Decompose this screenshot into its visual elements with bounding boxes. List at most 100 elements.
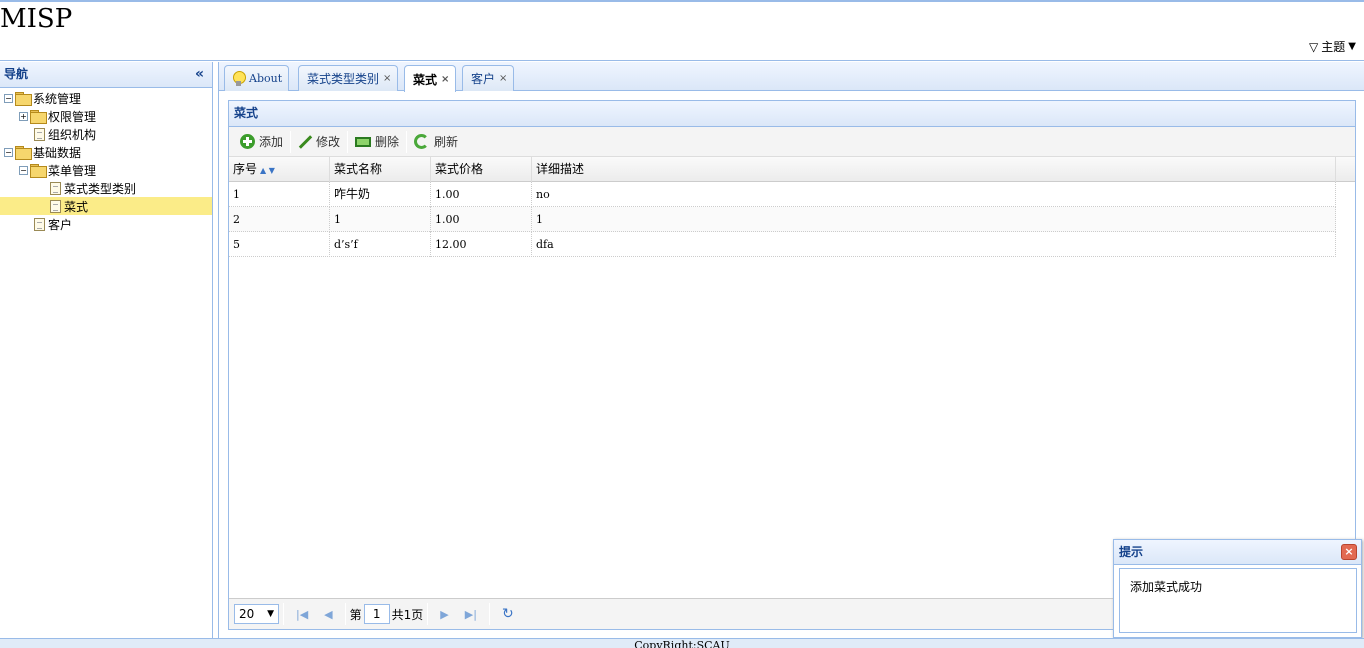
table-row[interactable]: 2 1 1.00 1 <box>229 207 1336 232</box>
previous-page-icon[interactable]: ◀ <box>316 608 340 621</box>
collapse-toggle-icon[interactable]: − <box>4 93 13 103</box>
column-header-id[interactable]: 序号 ▲ ▼ <box>229 157 330 182</box>
column-label: 详细描述 <box>536 162 585 176</box>
tree-node-system-management[interactable]: − 系统管理 <box>0 89 212 107</box>
collapse-icon[interactable]: « <box>195 62 204 87</box>
message-window: 提示 × 添加菜式成功 <box>1113 539 1362 638</box>
tab-label: 菜式 <box>413 72 438 87</box>
pager-separator <box>488 603 490 625</box>
toolbar: 添加 修改 删除 刷新 <box>229 127 1355 157</box>
tree-node-organization[interactable]: 组织机构 <box>0 125 212 143</box>
column-header-dish-name[interactable]: 菜式名称 <box>330 157 431 182</box>
theme-label: 主题 <box>1321 40 1346 54</box>
file-icon <box>34 217 45 231</box>
close-icon[interactable]: × <box>499 73 507 84</box>
pencil-icon <box>298 135 312 149</box>
tab-about[interactable]: About <box>224 65 290 91</box>
refresh-icon[interactable]: ↻ <box>494 606 522 622</box>
pager-separator <box>344 603 346 625</box>
add-label: 添加 <box>259 135 284 149</box>
edit-label: 修改 <box>316 135 341 149</box>
folder-open-icon <box>15 92 32 106</box>
refresh-button[interactable]: 刷新 <box>407 130 465 154</box>
tab-dish[interactable]: 菜式 × <box>404 65 457 92</box>
footer: CopyRight:SCAU <box>0 638 1364 648</box>
cell-id: 2 <box>229 207 330 232</box>
pager-separator <box>283 603 284 625</box>
tree-node-dish[interactable]: 菜式 <box>0 197 212 215</box>
tree-node-label: 组织机构 <box>48 127 97 142</box>
cell-dish-price: 1.00 <box>431 207 532 232</box>
message-header: 提示 × <box>1114 540 1361 565</box>
last-page-icon[interactable]: ▶| <box>457 608 485 621</box>
refresh-icon <box>414 134 430 149</box>
column-header-dish-price[interactable]: 菜式价格 <box>431 157 532 182</box>
tab-customer[interactable]: 客户 × <box>462 65 515 91</box>
cell-description: no <box>532 182 1336 207</box>
cell-dish-name: d’s’f <box>330 232 431 257</box>
lightbulb-icon <box>233 71 246 86</box>
filter-icon: ▽ <box>1309 39 1319 54</box>
tab-label: 客户 <box>471 72 496 86</box>
tree-node-label: 客户 <box>48 217 73 232</box>
delete-label: 删除 <box>375 135 400 149</box>
grid-header: 序号 ▲ ▼ 菜式名称 菜式价格 详细描述 <box>229 157 1355 182</box>
expand-toggle-icon[interactable]: + <box>19 111 28 121</box>
tab-label: About <box>249 72 283 85</box>
cell-dish-name: 1 <box>330 207 431 232</box>
table-row[interactable]: 5 d’s’f 12.00 dfa <box>229 232 1336 257</box>
cell-id: 1 <box>229 182 330 207</box>
tree-node-label: 基础数据 <box>33 145 82 160</box>
delete-icon <box>355 136 372 147</box>
add-button[interactable]: 添加 <box>233 130 290 154</box>
delete-button[interactable]: 删除 <box>348 130 406 154</box>
theme-menu-button[interactable]: ▽ 主题 ▼ <box>1309 38 1356 55</box>
file-icon <box>50 199 61 213</box>
collapse-toggle-icon[interactable]: − <box>4 147 13 157</box>
page-total-label: 共1页 <box>391 607 424 622</box>
tree-node-label: 菜式 <box>64 199 89 214</box>
next-page-icon[interactable]: ▶ <box>432 608 456 621</box>
page-size-select[interactable]: 20 ▼ <box>234 604 279 624</box>
tree-node-permission-management[interactable]: + 权限管理 <box>0 107 212 125</box>
file-icon <box>34 127 45 141</box>
navigation-title: 导航 <box>4 67 29 81</box>
tree-node-label: 系统管理 <box>33 91 82 106</box>
close-icon[interactable]: × <box>441 74 449 85</box>
tab-dish-category[interactable]: 菜式类型类别 × <box>298 65 399 91</box>
close-icon[interactable]: × <box>1341 544 1357 560</box>
message-body: 添加菜式成功 <box>1119 568 1357 633</box>
cell-description: dfa <box>532 232 1336 257</box>
dish-grid: 序号 ▲ ▼ 菜式名称 菜式价格 详细描述 1 咋牛奶 1.00 no 2 1 … <box>229 157 1355 597</box>
cell-dish-name: 咋牛奶 <box>330 182 431 207</box>
pager-separator <box>427 603 429 625</box>
close-icon[interactable]: × <box>383 73 391 84</box>
tree-node-menu-management[interactable]: − 菜单管理 <box>0 161 212 179</box>
collapse-toggle-icon[interactable]: − <box>19 165 28 175</box>
tree-node-customer[interactable]: 客户 <box>0 215 212 233</box>
column-label: 序号 <box>233 162 258 176</box>
file-icon <box>50 181 61 195</box>
app-title: MISP <box>0 4 73 34</box>
tree-node-dish-category[interactable]: 菜式类型类别 <box>0 179 212 197</box>
cell-id: 5 <box>229 232 330 257</box>
add-icon <box>240 134 255 149</box>
tree-node-label: 菜单管理 <box>48 163 97 178</box>
page-number-input[interactable]: 1 <box>363 604 390 624</box>
edit-button[interactable]: 修改 <box>291 130 347 154</box>
folder-open-icon <box>15 146 32 160</box>
cell-description: 1 <box>532 207 1336 232</box>
folder-icon <box>30 110 47 124</box>
column-header-description[interactable]: 详细描述 <box>532 157 1336 182</box>
refresh-label: 刷新 <box>434 135 459 149</box>
tree-node-basic-data[interactable]: − 基础数据 <box>0 143 212 161</box>
message-title: 提示 <box>1119 545 1144 559</box>
page-size-value: 20 <box>239 607 255 621</box>
first-page-icon[interactable]: |◀ <box>288 608 316 621</box>
caret-down-icon: ▼ <box>1348 41 1356 52</box>
navigation-panel-header: 导航 « <box>0 62 212 88</box>
column-label: 菜式价格 <box>435 162 484 176</box>
table-row[interactable]: 1 咋牛奶 1.00 no <box>229 182 1336 207</box>
sort-icon[interactable]: ▲ ▼ <box>260 166 275 175</box>
tab-label: 菜式类型类别 <box>307 72 380 86</box>
